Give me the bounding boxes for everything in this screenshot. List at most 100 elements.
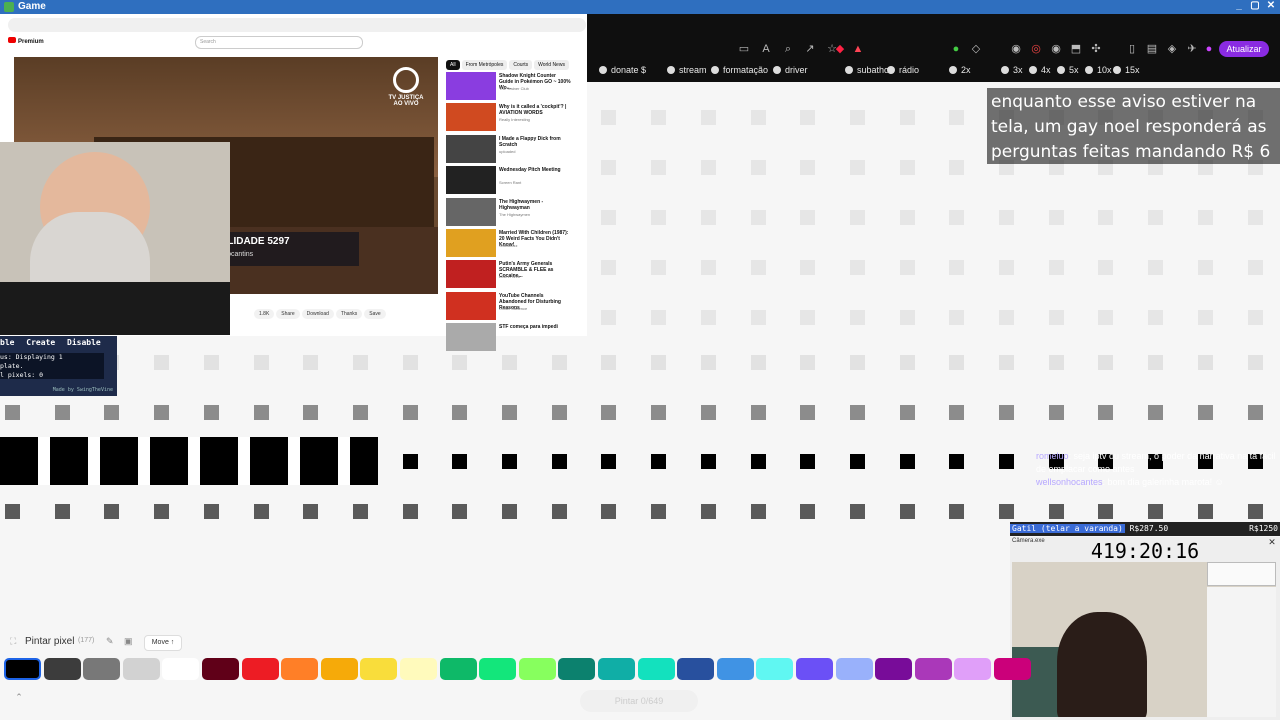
create-button[interactable]: Create — [26, 338, 55, 347]
update-button[interactable]: Atualizar — [1219, 41, 1269, 57]
color-swatch[interactable] — [4, 658, 41, 680]
bookmark-item[interactable]: rádio — [887, 65, 919, 75]
color-swatch[interactable] — [717, 658, 754, 680]
canvas-pixel — [1198, 405, 1213, 420]
bookmark-item[interactable]: 10x — [1085, 65, 1112, 75]
recommendation-title: I Made a Flappy Dick from Scratch — [499, 135, 561, 148]
rewards-icon[interactable]: ▲ — [851, 42, 865, 56]
color-swatch[interactable] — [677, 658, 714, 680]
color-swatch[interactable] — [83, 658, 120, 680]
color-swatch[interactable] — [440, 658, 477, 680]
zoom-icon[interactable]: ⌕ — [781, 42, 795, 56]
script-log: us: Displaying 1 plate. l pixels: 0 — [0, 353, 104, 379]
video-action-button[interactable]: Download — [301, 309, 334, 319]
extension-icon[interactable]: ✈ — [1185, 42, 1199, 56]
color-swatch[interactable] — [558, 658, 595, 680]
room-shelf — [1207, 587, 1276, 717]
bookmark-icon — [1057, 66, 1065, 74]
sidebar-icon[interactable]: ▯ — [1125, 42, 1139, 56]
recommendation-item[interactable]: Why is it called a 'cockpit'? | AVIATION… — [446, 103, 576, 132]
video-action-button[interactable]: 1.8K — [254, 309, 275, 319]
grid-icon[interactable]: ▣ — [124, 636, 133, 647]
close-icon[interactable]: ✕ — [1264, 0, 1278, 12]
recommendation-item[interactable]: Shadow Knight Counter Guide in Pokémon G… — [446, 72, 576, 101]
color-swatch[interactable] — [954, 658, 991, 680]
bookmark-item[interactable]: 15x — [1113, 65, 1140, 75]
chip[interactable]: Courts — [509, 60, 533, 70]
minimize-icon[interactable]: _ — [1232, 0, 1246, 12]
bookmark-item[interactable]: donate $ — [599, 65, 646, 75]
bookmark-item[interactable]: 5x — [1057, 65, 1079, 75]
recommendation-item[interactable]: STF começa para impedi — [446, 323, 576, 352]
bookmark-label: driver — [785, 65, 808, 75]
cast-icon[interactable]: ▭ — [737, 42, 751, 56]
search-input[interactable]: Search — [195, 36, 363, 49]
extension-icon[interactable]: ● — [949, 42, 963, 56]
extension-icon[interactable]: ◎ — [1029, 42, 1043, 56]
color-swatch[interactable] — [638, 658, 675, 680]
color-swatch[interactable] — [281, 658, 318, 680]
video-action-button[interactable]: Share — [276, 309, 300, 319]
color-swatch[interactable] — [123, 658, 160, 680]
pencil-icon[interactable]: ✎ — [106, 636, 114, 647]
chip[interactable]: All — [446, 60, 460, 70]
extension-icon[interactable]: ◇ — [969, 42, 983, 56]
color-swatch[interactable] — [836, 658, 873, 680]
recommendation-item[interactable]: Putin's Army Generals SCRAMBLE & FLEE as… — [446, 260, 576, 289]
wallet-icon[interactable]: ▤ — [1145, 42, 1159, 56]
vpn-icon[interactable]: ◈ — [1165, 42, 1179, 56]
recommendation-item[interactable]: Married With Children (1987): 20 Weird F… — [446, 229, 576, 258]
expand-icon[interactable]: ⌃ — [10, 692, 28, 708]
translate-icon[interactable]: A — [759, 42, 773, 56]
color-swatch[interactable] — [796, 658, 833, 680]
color-swatch[interactable] — [202, 658, 239, 680]
color-swatch[interactable] — [479, 658, 516, 680]
recommendation-thumbnail — [446, 197, 496, 226]
recommendation-item[interactable]: I Made a Flappy Dick from Scratch uploade… — [446, 134, 576, 164]
canvas-pixel — [452, 504, 467, 519]
move-button[interactable]: Move ↑ — [144, 635, 182, 651]
color-swatch[interactable] — [519, 658, 556, 680]
video-action-button[interactable]: Save — [364, 309, 386, 319]
share-icon[interactable]: ↗ — [803, 42, 817, 56]
extension-icon[interactable]: ◉ — [1009, 42, 1023, 56]
bookmark-item[interactable]: driver — [773, 65, 808, 75]
color-swatch[interactable] — [242, 658, 279, 680]
video-action-button[interactable]: Thanks — [335, 309, 363, 319]
color-swatch[interactable] — [162, 658, 199, 680]
recommendation-item[interactable]: The Highwaymen - Highwayman The Highwayme… — [446, 197, 576, 227]
color-swatch[interactable] — [400, 658, 437, 680]
extension-icon[interactable]: ◉ — [1049, 42, 1063, 56]
bookmark-item[interactable]: 2x — [949, 65, 971, 75]
chip[interactable]: World News — [534, 60, 569, 70]
recommendation-item[interactable]: Wednesday Pitch Meeting Screen Rant — [446, 166, 576, 195]
paint-button[interactable]: Pintar 0/649 — [580, 690, 698, 712]
color-swatch[interactable] — [756, 658, 793, 680]
color-swatch[interactable] — [994, 658, 1031, 680]
bookmark-item[interactable]: 3x — [1001, 65, 1023, 75]
youtube-logo[interactable]: Premium — [8, 37, 44, 45]
brave-shield-icon[interactable]: ◆ — [833, 42, 847, 56]
bookmark-item[interactable]: 4x — [1029, 65, 1051, 75]
maximize-icon[interactable]: ▢ — [1248, 0, 1262, 12]
color-swatch[interactable] — [44, 658, 81, 680]
extension-icon[interactable]: ● — [1202, 42, 1216, 56]
collapse-icon[interactable]: ⛶ — [10, 636, 16, 647]
color-swatch[interactable] — [875, 658, 912, 680]
bookmark-item[interactable]: formatação — [711, 65, 768, 75]
enable-button[interactable]: ble — [0, 338, 14, 347]
chip[interactable]: From Metrópoles — [461, 60, 508, 70]
address-bar[interactable] — [8, 18, 586, 32]
goal-label: Gatil (telar a varanda) — [1010, 524, 1125, 533]
disable-button[interactable]: Disable — [67, 338, 101, 347]
color-swatch[interactable] — [598, 658, 635, 680]
color-swatch[interactable] — [321, 658, 358, 680]
recommendation-title: STF começa para impedi — [499, 324, 558, 331]
color-swatch[interactable] — [360, 658, 397, 680]
color-swatch[interactable] — [915, 658, 952, 680]
bookmark-item[interactable]: stream — [667, 65, 707, 75]
extension-icon[interactable]: ⬒ — [1069, 42, 1083, 56]
recommendation-item[interactable]: YouTube Channels Abandoned for Disturbin… — [446, 291, 576, 321]
canvas-pixel — [949, 160, 964, 175]
puzzle-icon[interactable]: ✣ — [1089, 42, 1103, 56]
